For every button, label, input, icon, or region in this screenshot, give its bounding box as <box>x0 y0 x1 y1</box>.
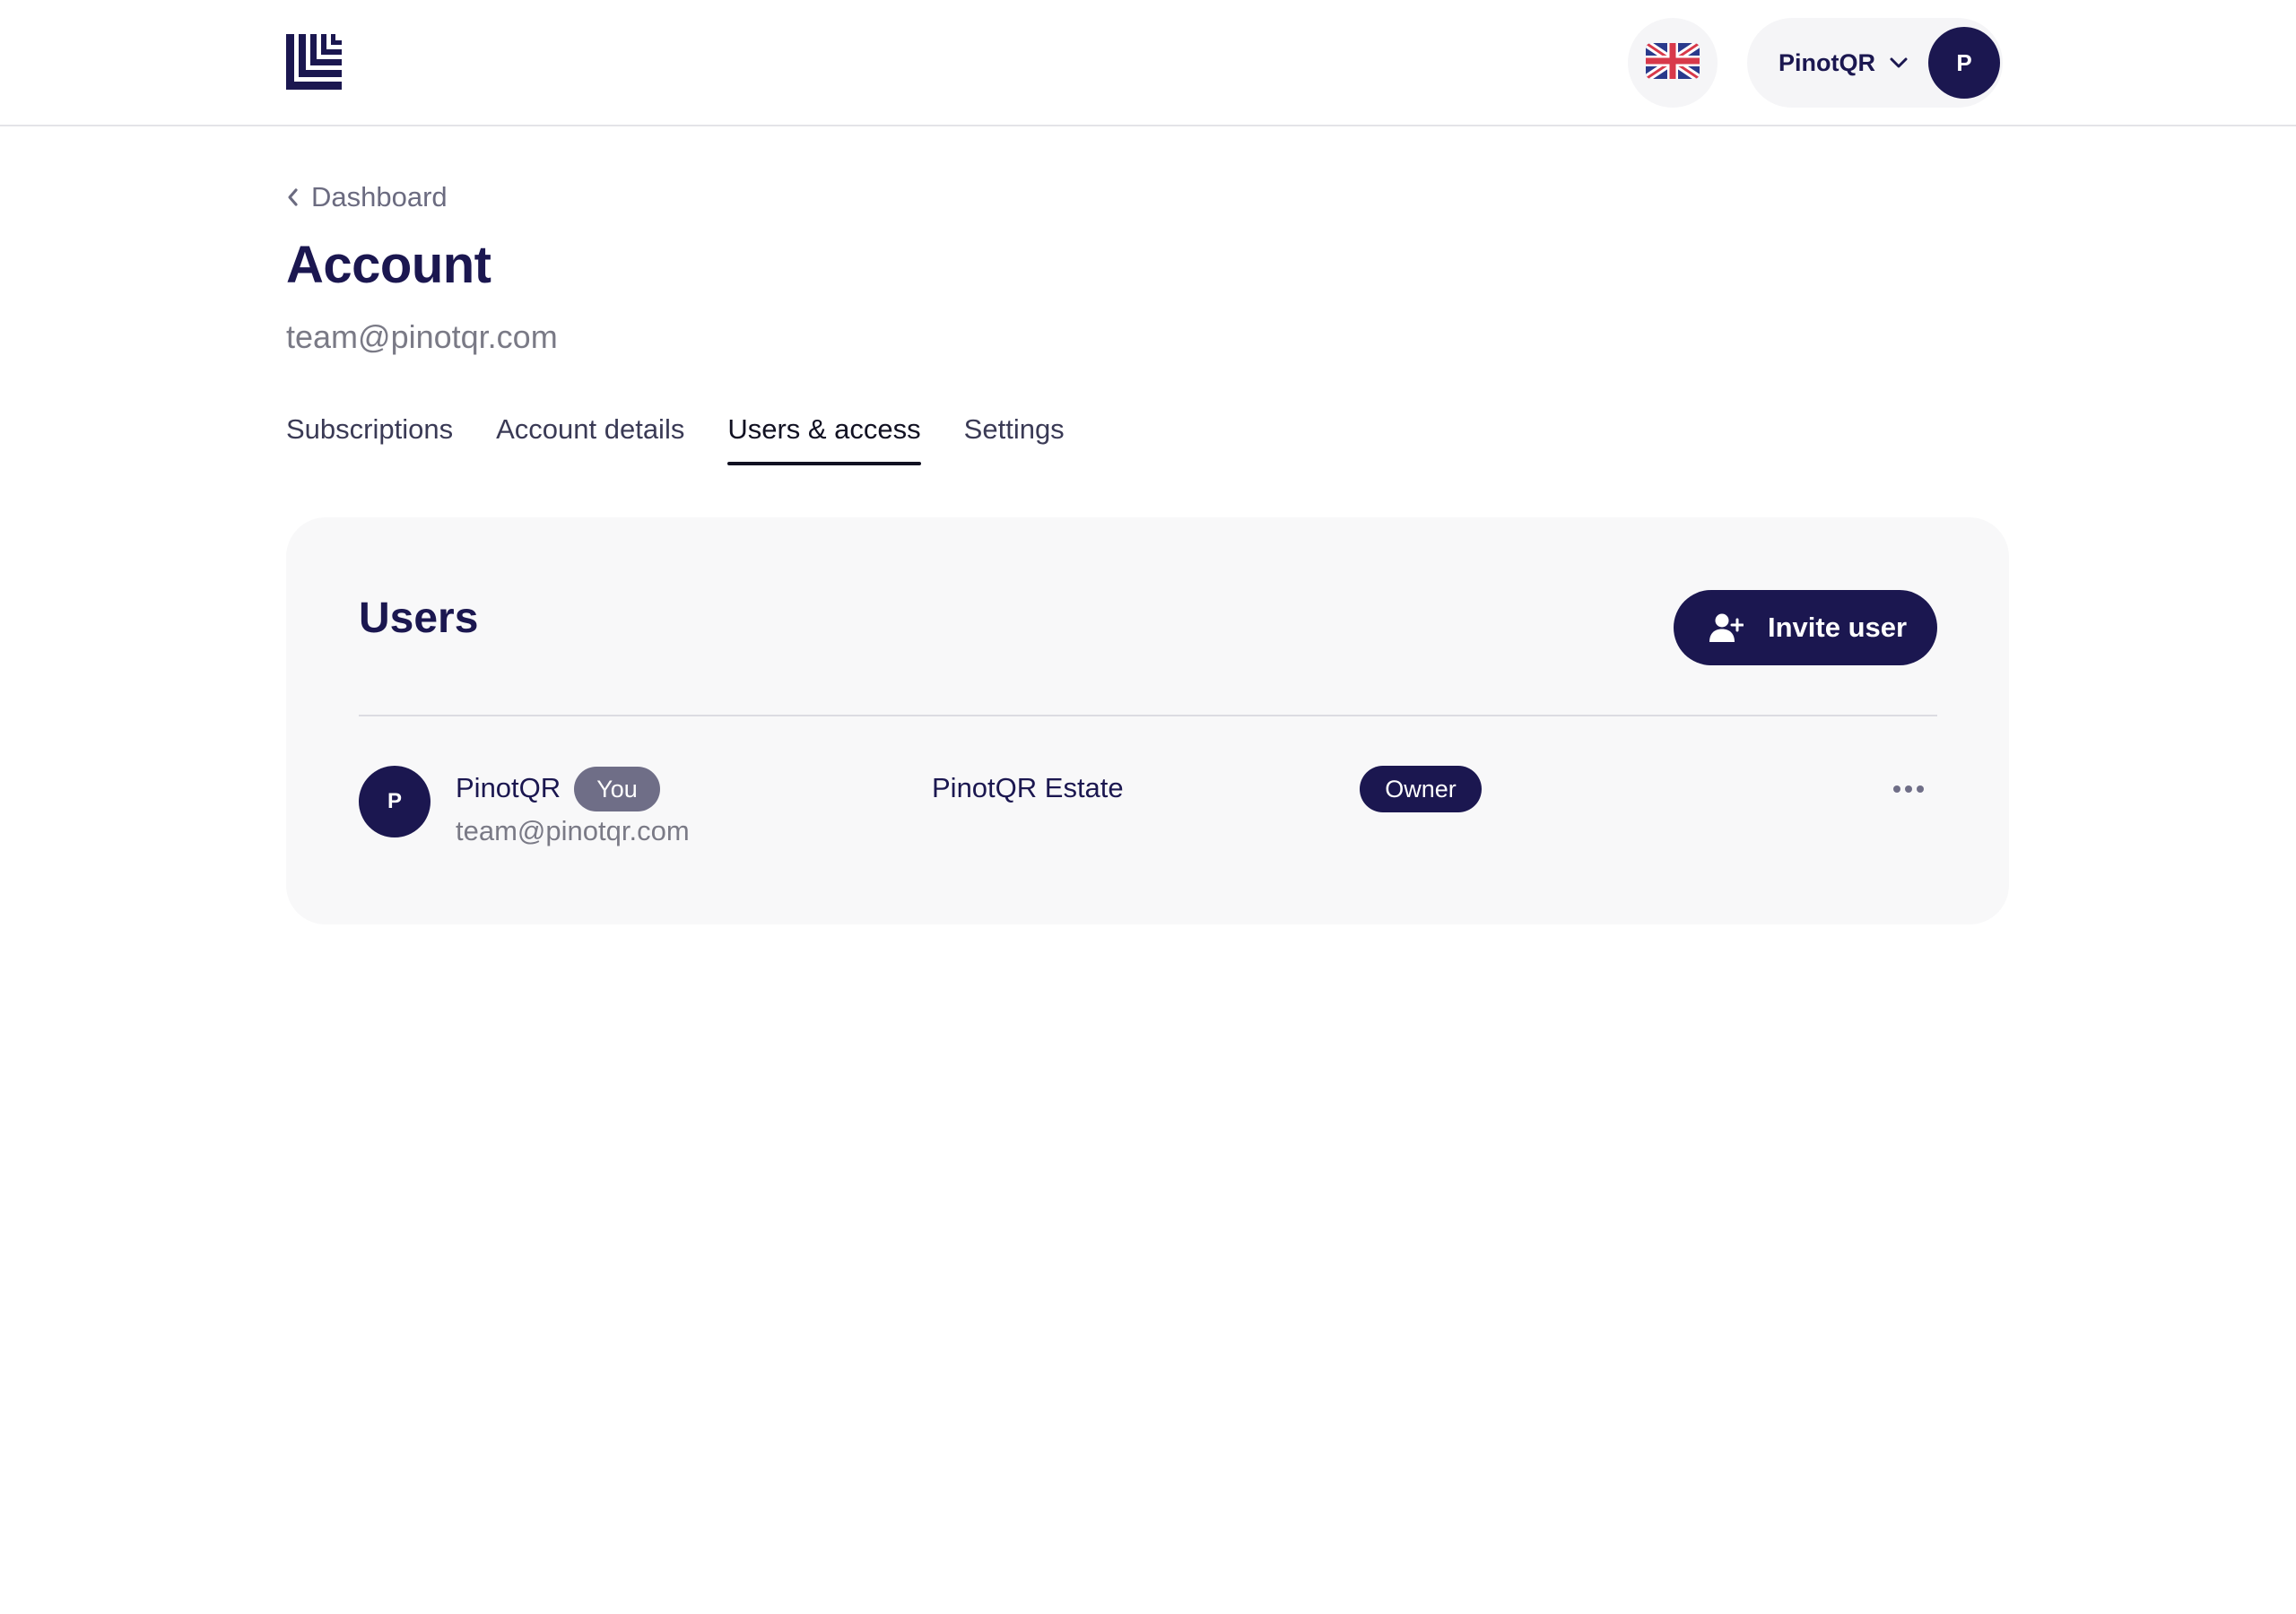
brand-logo-icon[interactable] <box>286 34 342 90</box>
divider <box>359 715 1937 716</box>
avatar: P <box>1928 27 2000 99</box>
user-email: team@pinotqr.com <box>456 815 690 846</box>
more-horizontal-icon <box>1893 785 1924 793</box>
add-user-icon <box>1709 612 1744 644</box>
user-organization: PinotQR Estate <box>932 772 1124 803</box>
chevron-down-icon <box>1889 53 1909 73</box>
tab-subscriptions[interactable]: Subscriptions <box>286 408 453 465</box>
uk-flag-icon <box>1646 42 1700 83</box>
breadcrumb-label: Dashboard <box>311 181 448 213</box>
chevron-left-icon <box>288 188 298 206</box>
account-menu[interactable]: PinotQR P <box>1747 18 2003 108</box>
page-title: Account <box>286 236 491 294</box>
users-card-title: Users <box>359 594 479 642</box>
account-tabs: Subscriptions Account details Users & ac… <box>286 408 1108 465</box>
top-bar: PinotQR P <box>0 0 2296 126</box>
table-row: P PinotQR You team@pinotqr.com PinotQR E… <box>359 765 1937 863</box>
users-card: Users Invite user P PinotQR You team@pin… <box>286 517 2009 924</box>
you-badge: You <box>574 767 660 811</box>
invite-user-button[interactable]: Invite user <box>1674 590 1937 665</box>
account-menu-name: PinotQR <box>1779 49 1875 76</box>
avatar: P <box>359 766 430 837</box>
invite-user-label: Invite user <box>1768 612 1908 643</box>
role-badge: Owner <box>1360 766 1482 812</box>
user-name: PinotQR <box>456 772 561 803</box>
language-selector[interactable] <box>1628 18 1718 108</box>
breadcrumb-dashboard-link[interactable]: Dashboard <box>286 181 448 213</box>
page-subtitle: team@pinotqr.com <box>286 318 558 355</box>
row-more-button[interactable] <box>1883 768 1934 810</box>
tab-settings[interactable]: Settings <box>964 408 1065 465</box>
tab-users-access[interactable]: Users & access <box>727 408 922 465</box>
tab-account-details[interactable]: Account details <box>496 408 684 465</box>
